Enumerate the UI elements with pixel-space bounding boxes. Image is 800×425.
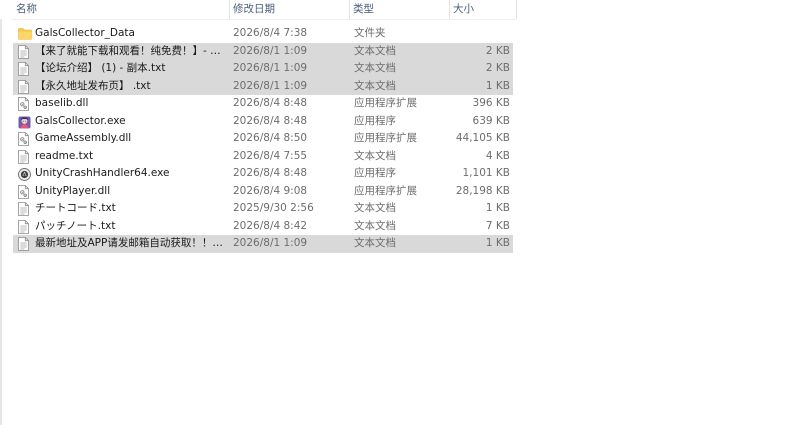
- file-row-1[interactable]: GalsCollector_Data 2026/8/4 7:38 文件夹: [13, 25, 513, 43]
- file-modified-date: 2026/8/4 9:08: [233, 184, 308, 197]
- text-file-icon: [18, 219, 30, 234]
- column-header: 名称 修改日期 类型 大小: [0, 0, 516, 19]
- dll-file-icon: [18, 97, 30, 111]
- file-row-3[interactable]: 【论坛介绍】 (1) - 副本.txt 2026/8/1 1:09 文本文档 2 KB: [13, 60, 513, 78]
- file-row-4[interactable]: 【永久地址发布页】 .txt 2026/8/1 1:09 文本文档 1 KB: [13, 77, 513, 95]
- column-header-divider: [12, 19, 516, 20]
- text-file-icon: [18, 79, 30, 94]
- file-name: readme.txt: [35, 149, 94, 162]
- file-modified-date: 2026/8/4 8:48: [233, 114, 308, 127]
- file-modified-date: 2025/9/30 2:56: [233, 202, 314, 214]
- file-type: 应用程序扩展: [354, 132, 417, 144]
- file-modified-date: 2026/8/4 7:38: [233, 27, 308, 39]
- file-size: 1,101 KB: [462, 167, 511, 179]
- file-name: チートコード.txt: [35, 202, 116, 214]
- file-modified-date: 2026/8/1 1:09: [233, 62, 308, 74]
- file-size: 4 KB: [485, 149, 510, 162]
- file-type: 应用程序: [354, 167, 396, 179]
- file-name: GalsCollector_Data: [35, 27, 135, 39]
- file-row-6[interactable]: GalsCollector.exe 2026/8/4 8:48 应用程序 639 KB: [13, 113, 513, 131]
- file-name: UnityCrashHandler64.exe: [35, 167, 170, 179]
- file-size: 1 KB: [485, 202, 510, 214]
- file-modified-date: 2026/8/4 7:55: [233, 149, 308, 162]
- text-file-icon: [18, 237, 30, 251]
- file-type: 文本文档: [354, 219, 396, 232]
- file-size: 28,198 KB: [455, 184, 510, 197]
- dll-file-icon: [18, 184, 30, 199]
- file-name: 【永久地址发布页】 .txt: [35, 79, 151, 92]
- file-row-13[interactable]: 最新地址及APP请发邮箱自动获取！！！... 2026/8/1 1:09 文本文档 1…: [13, 235, 513, 253]
- file-type: 应用程序扩展: [354, 184, 417, 197]
- file-type: 应用程序扩展: [354, 97, 417, 109]
- file-name: baselib.dll: [35, 97, 89, 109]
- file-type: 文本文档: [354, 237, 396, 249]
- file-modified-date: 2026/8/4 8:42: [233, 219, 308, 232]
- file-size: 2 KB: [485, 44, 510, 57]
- file-size: 44,105 KB: [455, 132, 510, 144]
- file-name: 【来了就能下载和观看！纯免费！】- 副...: [35, 44, 227, 57]
- file-name: GalsCollector.exe: [35, 114, 126, 127]
- file-size: 1 KB: [485, 79, 510, 92]
- file-row-5[interactable]: baselib.dll 2026/8/4 8:48 应用程序扩展 396 KB: [13, 95, 513, 113]
- file-size: 7 KB: [485, 219, 510, 232]
- column-header-date[interactable]: 修改日期: [229, 0, 349, 19]
- left-pane-border: [0, 0, 2, 425]
- file-type: 文本文档: [354, 149, 396, 162]
- file-modified-date: 2026/8/1 1:09: [233, 237, 308, 249]
- file-name: パッチノート.txt: [35, 219, 116, 232]
- file-row-2[interactable]: 【来了就能下载和观看！纯免费！】- 副... 2026/8/1 1:09 文本文档 2…: [13, 42, 513, 60]
- folder-icon: [18, 27, 32, 41]
- dll-file-icon: [18, 132, 30, 146]
- file-explorer: 名称 修改日期 类型 大小 GalsCollector_Data 2026/8/4…: [0, 0, 800, 425]
- file-type: 文本文档: [354, 62, 396, 74]
- file-modified-date: 2026/8/1 1:09: [233, 79, 308, 92]
- file-size: 639 KB: [472, 114, 510, 127]
- file-name: 【论坛介绍】 (1) - 副本.txt: [35, 62, 166, 74]
- file-type: 文本文档: [354, 202, 396, 214]
- file-name: GameAssembly.dll: [35, 132, 132, 144]
- file-size: 2 KB: [485, 62, 510, 74]
- text-file-icon: [18, 202, 30, 216]
- text-file-icon: [18, 44, 30, 59]
- file-row-8[interactable]: readme.txt 2026/8/4 7:55 文本文档 4 KB: [13, 148, 513, 166]
- file-type: 文件夹: [354, 27, 386, 39]
- file-type: 应用程序: [354, 114, 396, 127]
- file-type: 文本文档: [354, 79, 396, 92]
- file-name: UnityPlayer.dll: [35, 184, 111, 197]
- file-row-12[interactable]: パッチノート.txt 2026/8/4 8:42 文本文档 7 KB: [13, 218, 513, 236]
- file-type: 文本文档: [354, 44, 396, 57]
- text-file-icon: [18, 62, 30, 76]
- column-header-size[interactable]: 大小: [449, 0, 516, 19]
- app-icon: [18, 115, 31, 129]
- file-modified-date: 2026/8/4 8:48: [233, 167, 308, 179]
- text-file-icon: [18, 149, 30, 164]
- file-size: 1 KB: [485, 237, 510, 249]
- column-header-name[interactable]: 名称: [12, 0, 228, 19]
- file-row-10[interactable]: UnityPlayer.dll 2026/8/4 9:08 应用程序扩展 28,198…: [13, 183, 513, 201]
- column-header-type[interactable]: 类型: [349, 0, 449, 19]
- file-modified-date: 2026/8/4 8:50: [233, 132, 308, 144]
- file-row-9[interactable]: UnityCrashHandler64.exe 2026/8/4 8:48 应用程序…: [13, 165, 513, 183]
- file-size: 396 KB: [472, 97, 510, 109]
- file-modified-date: 2026/8/4 8:48: [233, 97, 308, 109]
- file-name: 最新地址及APP请发邮箱自动获取！！！...: [35, 237, 227, 249]
- file-modified-date: 2026/8/1 1:09: [233, 44, 308, 57]
- file-list: GalsCollector_Data 2026/8/4 7:38 文件夹【来了就能下…: [13, 25, 513, 253]
- file-row-7[interactable]: GameAssembly.dll 2026/8/4 8:50 应用程序扩展 44,10…: [13, 130, 513, 148]
- file-size: [450, 25, 510, 43]
- unity-icon: [18, 167, 31, 181]
- column-header-end-divider: [516, 0, 517, 19]
- file-row-11[interactable]: チートコード.txt 2025/9/30 2:56 文本文档 1 KB: [13, 200, 513, 218]
